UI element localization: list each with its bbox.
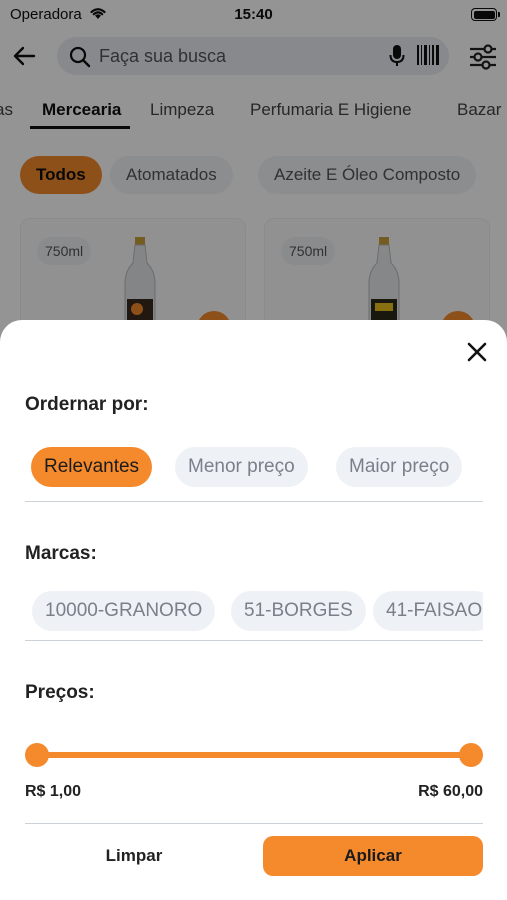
price-min-label: R$ 1,00 <box>25 783 82 800</box>
slider-max-thumb[interactable] <box>459 743 483 767</box>
sort-option-menor-preco[interactable]: Menor preço <box>175 447 308 487</box>
divider <box>25 823 483 824</box>
clear-button[interactable]: Limpar <box>25 836 243 876</box>
price-max-label: R$ 60,00 <box>418 783 483 800</box>
divider <box>25 501 483 502</box>
divider <box>25 640 483 641</box>
brands-section-title: Marcas: <box>25 543 97 564</box>
brand-chip[interactable]: 10000-GRANORO <box>32 591 216 631</box>
sort-section-title: Ordernar por: <box>25 394 149 415</box>
sort-option-relevantes[interactable]: Relevantes <box>31 447 153 487</box>
apply-button[interactable]: Aplicar <box>263 836 483 876</box>
slider-min-thumb[interactable] <box>25 743 49 767</box>
sort-option-maior-preco[interactable]: Maior preço <box>336 447 463 487</box>
close-icon[interactable] <box>462 337 492 367</box>
price-range-slider[interactable] <box>25 740 483 770</box>
brand-chip-row: 10000-GRANORO 51-BORGES 41-FAISAO <box>25 591 483 635</box>
prices-section-title: Preços: <box>25 682 95 703</box>
brand-chip[interactable]: 41-FAISAO <box>373 591 483 631</box>
filter-bottom-sheet: Ordernar por: Relevantes Menor preço Mai… <box>0 320 507 900</box>
slider-track <box>37 752 471 758</box>
brand-chip[interactable]: 51-BORGES <box>231 591 366 631</box>
